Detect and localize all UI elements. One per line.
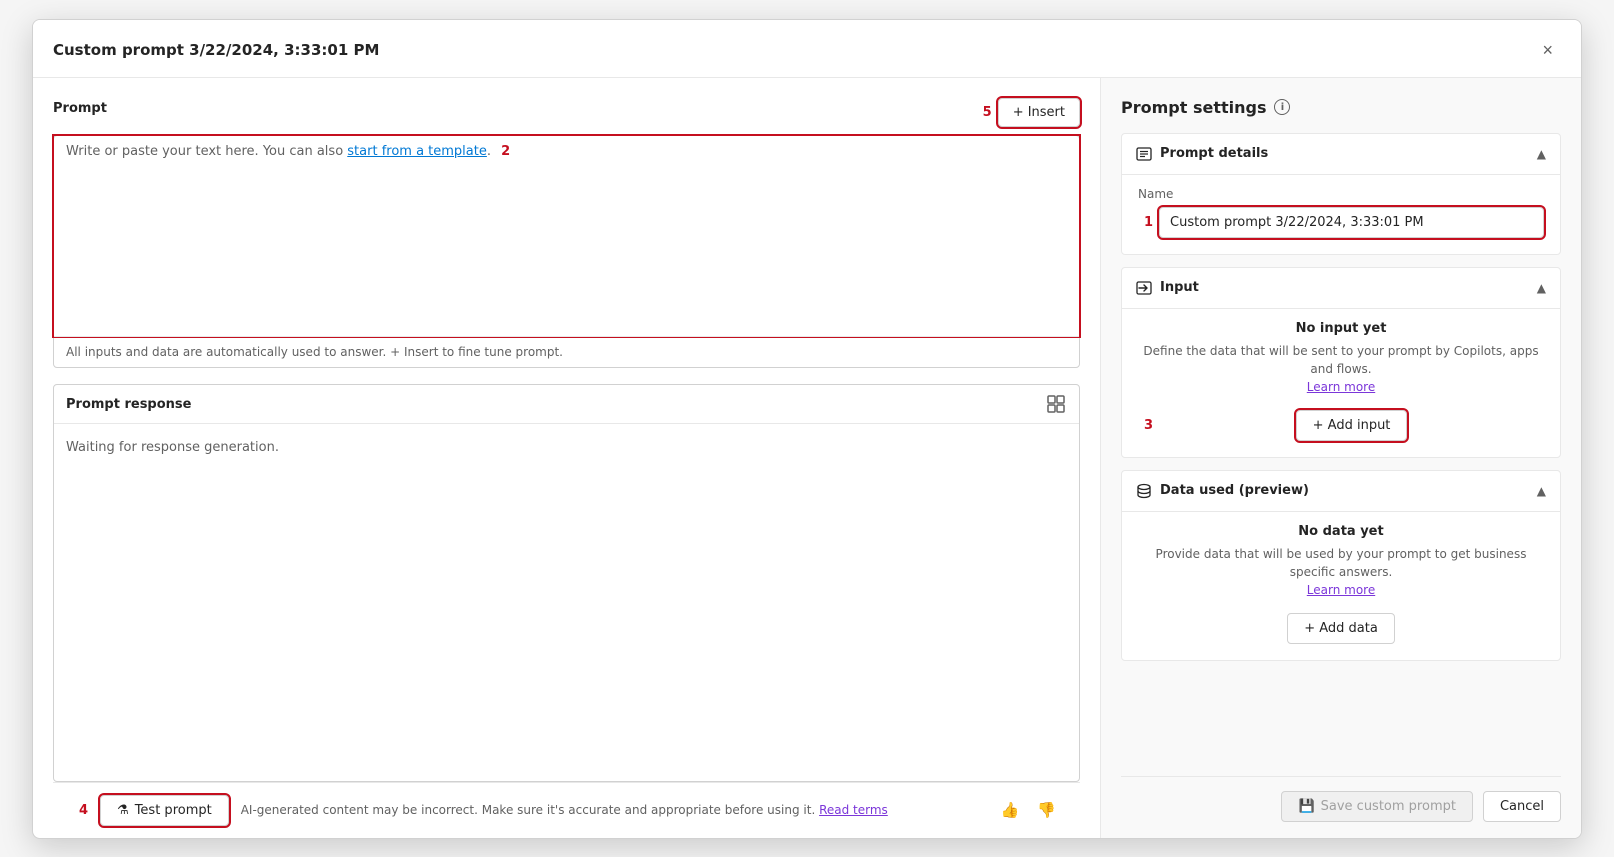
save-custom-prompt-button[interactable]: 💾 Save custom prompt bbox=[1281, 791, 1473, 822]
disclaimer-text: AI-generated content may be incorrect. M… bbox=[241, 803, 819, 817]
add-input-button[interactable]: + Add input bbox=[1296, 410, 1408, 441]
prompt-details-icon bbox=[1136, 146, 1152, 162]
thumbs-down-button[interactable]: 👎 bbox=[1033, 797, 1060, 823]
settings-title: Prompt settings i bbox=[1121, 98, 1561, 117]
cancel-button[interactable]: Cancel bbox=[1483, 791, 1561, 822]
placeholder-period: . bbox=[487, 144, 491, 159]
data-used-body: No data yet Provide data that will be us… bbox=[1122, 511, 1560, 660]
info-icon[interactable]: i bbox=[1274, 99, 1290, 115]
response-section: Prompt response Waiting for response gen… bbox=[53, 384, 1080, 782]
thumbs-area: 👍 👎 bbox=[997, 797, 1060, 823]
input-title: Input bbox=[1136, 280, 1199, 296]
name-field-label: Name bbox=[1138, 187, 1544, 201]
settings-title-text: Prompt settings bbox=[1121, 98, 1266, 117]
settings-footer: 💾 Save custom prompt Cancel bbox=[1121, 776, 1561, 838]
expand-icon[interactable] bbox=[1047, 395, 1067, 415]
no-data-title: No data yet bbox=[1138, 524, 1544, 539]
prompt-details-label: Prompt details bbox=[1160, 146, 1268, 161]
input-learn-more-link[interactable]: Learn more bbox=[1307, 380, 1375, 394]
badge-5: 5 bbox=[983, 105, 992, 120]
placeholder-static: Write or paste your text here. You can a… bbox=[66, 144, 347, 159]
prompt-area-wrapper: Write or paste your text here. You can a… bbox=[53, 135, 1080, 368]
test-prompt-button[interactable]: ⚗ Test prompt bbox=[100, 795, 229, 826]
name-input[interactable] bbox=[1159, 207, 1544, 238]
save-label: Save custom prompt bbox=[1321, 799, 1456, 814]
dialog-body: Prompt 5 + Insert Write or paste your te… bbox=[33, 78, 1581, 838]
prompt-label: Prompt bbox=[53, 101, 107, 116]
data-used-header[interactable]: Data used (preview) ▲ bbox=[1122, 471, 1560, 511]
settings-panel: Prompt settings i bbox=[1101, 78, 1581, 838]
response-body: Waiting for response generation. bbox=[54, 424, 1079, 781]
response-label: Prompt response bbox=[66, 397, 191, 412]
waiting-text: Waiting for response generation. bbox=[66, 440, 279, 455]
data-used-chevron: ▲ bbox=[1537, 484, 1546, 498]
no-input-title: No input yet bbox=[1138, 321, 1544, 336]
read-terms-link[interactable]: Read terms bbox=[819, 803, 888, 817]
no-data-desc: Provide data that will be used by your p… bbox=[1138, 545, 1544, 599]
input-body: No input yet Define the data that will b… bbox=[1122, 308, 1560, 457]
data-icon bbox=[1136, 483, 1152, 499]
badge-2: 2 bbox=[501, 144, 510, 159]
ai-disclaimer: AI-generated content may be incorrect. M… bbox=[241, 803, 985, 817]
badge-1: 1 bbox=[1144, 215, 1153, 230]
no-input-desc: Define the data that will be sent to you… bbox=[1138, 342, 1544, 396]
save-icon: 💾 bbox=[1298, 799, 1314, 814]
data-used-section: Data used (preview) ▲ No data yet Provid… bbox=[1121, 470, 1561, 661]
main-panel: Prompt 5 + Insert Write or paste your te… bbox=[33, 78, 1101, 838]
no-data-desc-text: Provide data that will be used by your p… bbox=[1156, 547, 1527, 579]
input-header[interactable]: Input ▲ bbox=[1122, 268, 1560, 308]
data-used-label: Data used (preview) bbox=[1160, 483, 1309, 498]
prompt-details-header[interactable]: Prompt details ▲ bbox=[1122, 134, 1560, 174]
data-learn-more-link[interactable]: Learn more bbox=[1307, 583, 1375, 597]
prompt-placeholder[interactable]: Write or paste your text here. You can a… bbox=[54, 136, 1079, 336]
input-chevron: ▲ bbox=[1537, 281, 1546, 295]
add-data-button[interactable]: + Add data bbox=[1287, 613, 1395, 644]
close-button[interactable]: × bbox=[1534, 36, 1561, 65]
beaker-icon: ⚗ bbox=[117, 803, 129, 818]
badge-3: 3 bbox=[1144, 418, 1153, 433]
response-header: Prompt response bbox=[54, 385, 1079, 424]
no-input-desc-text: Define the data that will be sent to you… bbox=[1143, 344, 1538, 376]
dialog-title: Custom prompt 3/22/2024, 3:33:01 PM bbox=[53, 41, 379, 59]
insert-button[interactable]: + Insert bbox=[998, 98, 1080, 127]
prompt-details-section: Prompt details ▲ Name 1 bbox=[1121, 133, 1561, 255]
dialog-titlebar: Custom prompt 3/22/2024, 3:33:01 PM × bbox=[33, 20, 1581, 78]
data-used-title: Data used (preview) bbox=[1136, 483, 1309, 499]
input-label: Input bbox=[1160, 280, 1199, 295]
input-section: Input ▲ No input yet Define the data tha… bbox=[1121, 267, 1561, 458]
bottom-bar: 4 ⚗ Test prompt AI-generated content may… bbox=[53, 782, 1080, 838]
prompt-details-body: Name 1 bbox=[1122, 174, 1560, 254]
test-prompt-label: Test prompt bbox=[135, 803, 212, 818]
main-dialog: Custom prompt 3/22/2024, 3:33:01 PM × Pr… bbox=[32, 19, 1582, 839]
input-icon bbox=[1136, 280, 1152, 296]
thumbs-up-button[interactable]: 👍 bbox=[997, 797, 1024, 823]
prompt-details-title: Prompt details bbox=[1136, 146, 1268, 162]
prompt-footer-info: All inputs and data are automatically us… bbox=[54, 336, 1079, 367]
badge-4: 4 bbox=[79, 803, 88, 818]
prompt-details-chevron: ▲ bbox=[1537, 147, 1546, 161]
template-link[interactable]: start from a template bbox=[347, 144, 487, 159]
